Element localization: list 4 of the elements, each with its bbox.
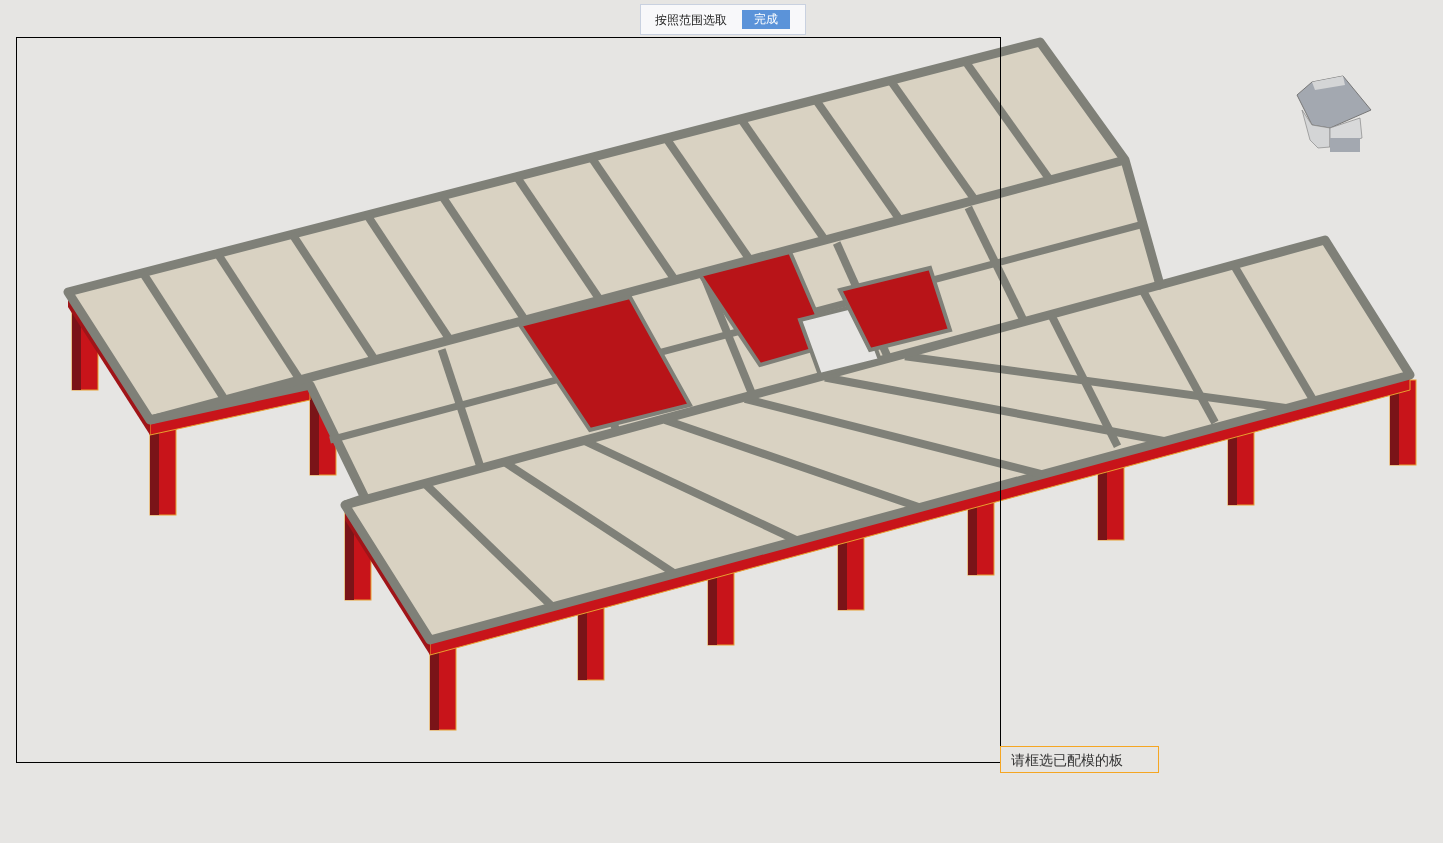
view-cube-icon[interactable] (1296, 75, 1372, 152)
done-button[interactable]: 完成 (742, 10, 790, 29)
prompt-tooltip: 请框选已配模的板 (1000, 746, 1159, 773)
selection-mode-label: 按照范围选取 (655, 11, 727, 29)
